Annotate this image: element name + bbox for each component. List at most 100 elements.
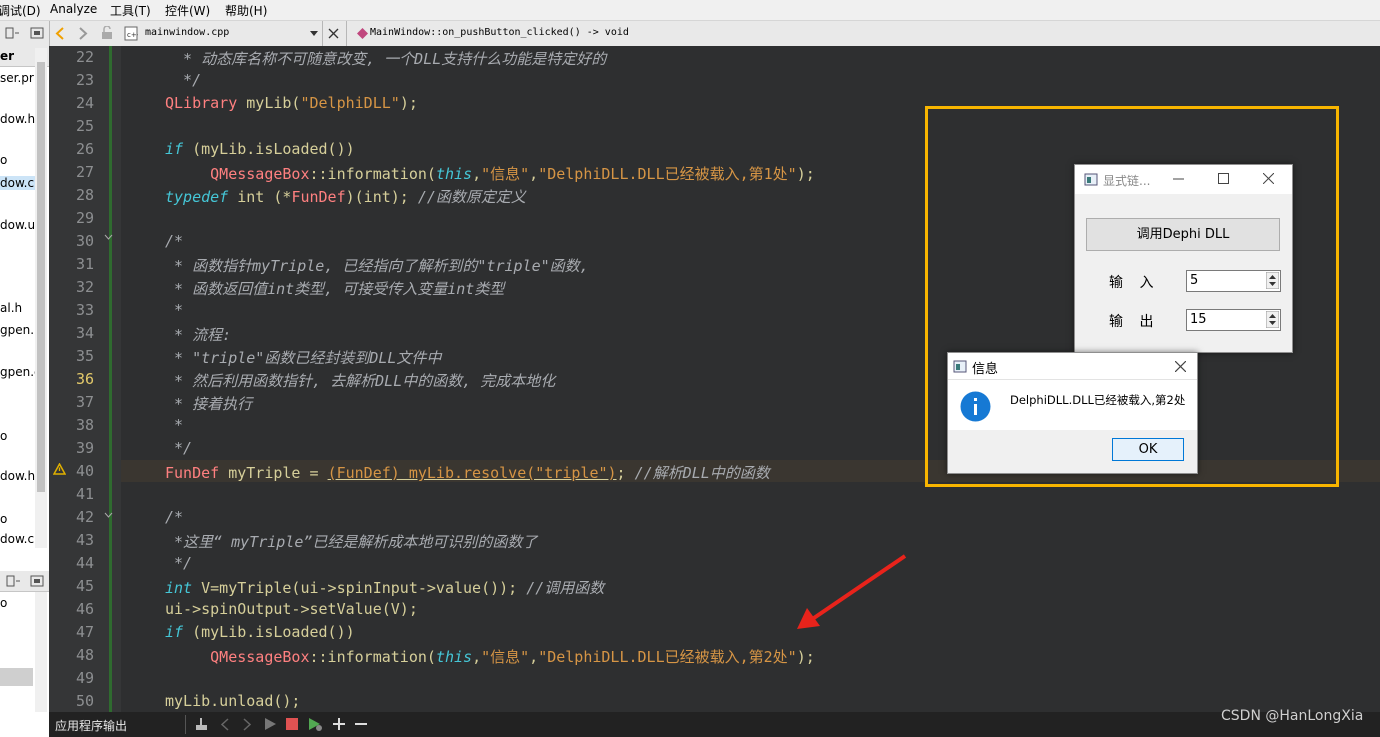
- split-icon[interactable]: [6, 575, 20, 587]
- menu-debug[interactable]: 调试(D): [0, 2, 41, 19]
- code-token: * 动态库名称不可随意改变, 一个DLL支持什么功能是特定好的: [165, 50, 607, 68]
- file-item[interactable]: dow.h: [0, 469, 35, 483]
- code-token: "DelphiDLL.DLL已经被载入,第2处": [538, 648, 797, 666]
- close-split-icon[interactable]: [30, 575, 44, 587]
- file-item[interactable]: dow.u: [0, 218, 35, 232]
- menu-help[interactable]: 帮助(H): [225, 2, 267, 19]
- line-number: 26: [75, 140, 94, 158]
- input-spinbox-value[interactable]: 5: [1190, 273, 1198, 288]
- input-spinbox[interactable]: 5: [1186, 270, 1281, 292]
- project-scrollbar[interactable]: [35, 48, 47, 548]
- code-token: ,: [529, 165, 539, 183]
- code-line: * 函数返回值int类型, 可接受传入变量int类型: [165, 278, 504, 299]
- code-token: int (*: [228, 188, 292, 206]
- maximize-icon[interactable]: [1218, 173, 1229, 184]
- line-number: 34: [75, 324, 94, 342]
- file-item[interactable]: dow.c: [0, 532, 34, 546]
- chevron-down-icon[interactable]: [310, 31, 318, 37]
- code-line: if (myLib.isLoaded()): [165, 623, 355, 641]
- open-doc-selected[interactable]: [0, 668, 33, 686]
- ok-button[interactable]: OK: [1112, 438, 1184, 461]
- minus-icon[interactable]: [354, 717, 368, 731]
- file-item[interactable]: o: [0, 512, 7, 526]
- run-icon[interactable]: [264, 717, 277, 731]
- project-panel: er ser.pr dow.h o dow.c dow.u al.h gpen.…: [0, 46, 49, 737]
- message-box: 信息 DelphiDLL.DLL已经被载入,第2处 OK: [947, 352, 1198, 474]
- scrollbar-thumb[interactable]: [37, 62, 45, 492]
- code-token: *: [165, 416, 184, 434]
- code-token: */: [165, 71, 202, 89]
- output-pane-label[interactable]: 应用程序输出: [55, 717, 127, 734]
- file-item[interactable]: al.h: [0, 301, 22, 315]
- output-spinbox[interactable]: 15: [1186, 309, 1281, 331]
- close-icon[interactable]: [1175, 361, 1186, 372]
- output-spinbox-value[interactable]: 15: [1190, 312, 1207, 327]
- menu-tools[interactable]: 工具(T): [110, 2, 151, 19]
- open-docs-scrollbar[interactable]: [35, 592, 47, 712]
- close-icon[interactable]: [1263, 173, 1274, 184]
- code-token: "信息": [481, 165, 530, 183]
- file-item[interactable]: o: [0, 596, 7, 610]
- line-number: 23: [75, 71, 94, 89]
- line-number: 33: [75, 301, 94, 319]
- file-item[interactable]: dow.h: [0, 112, 35, 126]
- code-token: */: [165, 439, 193, 457]
- function-combo[interactable]: MainWindow::on_pushButton_clicked() -> v…: [370, 27, 629, 38]
- file-item[interactable]: ser.pr: [0, 71, 34, 85]
- info-icon: [960, 391, 991, 422]
- code-line: QMessageBox::information(this,"信息","Delp…: [165, 646, 815, 667]
- minimize-icon[interactable]: [1173, 178, 1184, 180]
- file-name-combo[interactable]: mainwindow.cpp: [145, 27, 229, 38]
- file-item-selected[interactable]: dow.c: [0, 176, 35, 190]
- clear-output-icon[interactable]: [194, 717, 209, 732]
- fold-marker-icon[interactable]: [104, 234, 113, 240]
- code-line: * 函数指针myTriple, 已经指向了解析到的"triple"函数,: [165, 255, 589, 276]
- line-number: 35: [75, 347, 94, 365]
- plus-icon[interactable]: [332, 717, 346, 731]
- code-token: FunDef: [165, 464, 220, 482]
- code-token: //函数原定定义: [417, 188, 526, 206]
- spin-arrows-icon[interactable]: [1266, 272, 1279, 289]
- nav-back-icon[interactable]: [55, 27, 65, 40]
- cpp-file-icon: c++: [124, 26, 138, 41]
- nav-forward-icon[interactable]: [78, 27, 88, 40]
- code-token: )(int);: [345, 188, 418, 206]
- code-line: * 动态库名称不可随意改变, 一个DLL支持什么功能是特定好的: [165, 48, 606, 69]
- message-box-titlebar[interactable]: 信息: [948, 353, 1197, 380]
- code-token: (FunDef) myLib.resolve("triple"): [327, 464, 617, 482]
- code-token: FunDef: [291, 188, 346, 206]
- close-split-icon[interactable]: [30, 27, 44, 40]
- split-icon[interactable]: [5, 27, 19, 40]
- code-line: ui->spinOutput->setValue(V);: [165, 600, 418, 618]
- fold-marker-icon[interactable]: [104, 512, 113, 518]
- output-toolbar: 应用程序输出: [49, 712, 1380, 737]
- close-icon[interactable]: [328, 28, 339, 39]
- menu-widgets[interactable]: 控件(W): [165, 2, 210, 19]
- code-line: if (myLib.isLoaded()): [165, 140, 355, 158]
- spin-arrows-icon[interactable]: [1266, 311, 1279, 328]
- call-dll-button[interactable]: 调用Dephi DLL: [1086, 218, 1280, 251]
- window-icon: [1084, 173, 1098, 186]
- line-number: 45: [75, 577, 94, 595]
- menu-analyze[interactable]: Analyze: [50, 2, 97, 16]
- line-number: 36: [75, 370, 94, 388]
- debug-run-icon[interactable]: [308, 717, 323, 732]
- stop-icon[interactable]: [285, 717, 299, 731]
- code-line: /*: [165, 232, 183, 250]
- code-line: */: [165, 554, 192, 572]
- window-icon: [953, 360, 967, 373]
- code-token: //解析DLL中的函数: [634, 464, 770, 482]
- prev-icon[interactable]: [220, 718, 230, 731]
- file-item[interactable]: o: [0, 429, 7, 443]
- code-line: FunDef myTriple = (FunDef) myLib.resolve…: [165, 462, 770, 483]
- app-window-titlebar[interactable]: 显式链...: [1075, 165, 1292, 194]
- code-token: ;: [616, 464, 635, 482]
- code-token: this: [435, 648, 473, 666]
- code-token: "信息": [481, 648, 530, 666]
- lock-icon[interactable]: [101, 26, 113, 40]
- line-number: 50: [75, 692, 94, 710]
- next-icon[interactable]: [242, 718, 252, 731]
- file-item[interactable]: o: [0, 153, 7, 167]
- code-token: "DelphiDLL": [300, 94, 400, 112]
